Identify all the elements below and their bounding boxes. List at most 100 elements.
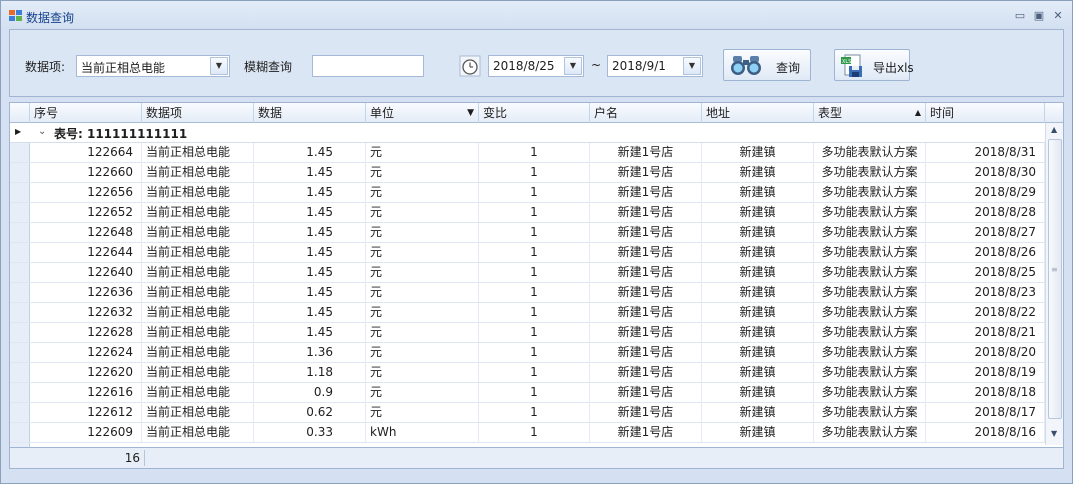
cell-seq[interactable]: 122628 xyxy=(30,323,142,343)
date-to-picker[interactable]: 2018/9/1 ▼ xyxy=(607,55,703,77)
cell-ratio[interactable]: 1 xyxy=(479,403,590,423)
cell-unit[interactable]: 元 xyxy=(366,143,479,163)
cell-seq[interactable]: 122652 xyxy=(30,203,142,223)
table-row[interactable]: 122612 当前正相总电能 0.62 元 1 新建1号店 新建镇 多功能表默认方案 2018/… xyxy=(10,403,1050,423)
cell-time[interactable]: 2018/8/19 xyxy=(926,363,1045,383)
cell-unit[interactable]: 元 xyxy=(366,383,479,403)
cell-account[interactable]: 新建1号店 xyxy=(590,403,702,423)
chevron-down-icon[interactable]: ▼ xyxy=(210,57,228,75)
cell-address[interactable]: 新建镇 xyxy=(702,163,814,183)
scroll-thumb[interactable]: ≡ xyxy=(1048,139,1062,419)
cell-time[interactable]: 2018/8/28 xyxy=(926,203,1045,223)
cell-time[interactable]: 2018/8/30 xyxy=(926,163,1045,183)
cell-data[interactable]: 1.45 xyxy=(254,223,366,243)
cell-address[interactable]: 新建镇 xyxy=(702,403,814,423)
column-header-meter-type[interactable]: 表型 ▲ xyxy=(814,103,926,123)
export-xls-button[interactable]: XLS 导出xls xyxy=(834,49,914,81)
table-row[interactable]: 122660 当前正相总电能 1.45 元 1 新建1号店 新建镇 多功能表默认方案 2018/… xyxy=(10,163,1050,183)
cell-ratio[interactable]: 1 xyxy=(479,203,590,223)
cell-time[interactable]: 2018/8/16 xyxy=(926,423,1045,443)
cell-account[interactable]: 新建1号店 xyxy=(590,423,702,443)
cell-meter-type[interactable]: 多功能表默认方案 xyxy=(814,163,926,183)
cell-time[interactable]: 2018/8/18 xyxy=(926,383,1045,403)
cell-time[interactable]: 2018/8/29 xyxy=(926,183,1045,203)
cell-unit[interactable]: 元 xyxy=(366,403,479,423)
cell-data-item[interactable]: 当前正相总电能 xyxy=(142,203,254,223)
cell-meter-type[interactable]: 多功能表默认方案 xyxy=(814,323,926,343)
cell-data[interactable]: 1.36 xyxy=(254,343,366,363)
cell-ratio[interactable]: 1 xyxy=(479,363,590,383)
cell-account[interactable]: 新建1号店 xyxy=(590,223,702,243)
cell-address[interactable]: 新建镇 xyxy=(702,343,814,363)
cell-unit[interactable]: 元 xyxy=(366,203,479,223)
cell-data-item[interactable]: 当前正相总电能 xyxy=(142,143,254,163)
cell-account[interactable]: 新建1号店 xyxy=(590,183,702,203)
cell-meter-type[interactable]: 多功能表默认方案 xyxy=(814,243,926,263)
scroll-up-icon[interactable]: ▲ xyxy=(1051,125,1057,134)
cell-unit[interactable]: kWh xyxy=(366,423,479,443)
cell-unit[interactable]: 元 xyxy=(366,303,479,323)
cell-data-item[interactable]: 当前正相总电能 xyxy=(142,263,254,283)
cell-data-item[interactable]: 当前正相总电能 xyxy=(142,323,254,343)
cell-data-item[interactable]: 当前正相总电能 xyxy=(142,343,254,363)
cell-account[interactable]: 新建1号店 xyxy=(590,143,702,163)
cell-seq[interactable]: 122656 xyxy=(30,183,142,203)
cell-ratio[interactable]: 1 xyxy=(479,263,590,283)
column-header-account[interactable]: 户名 xyxy=(590,103,702,123)
cell-data[interactable]: 0.33 xyxy=(254,423,366,443)
scroll-down-icon[interactable]: ▼ xyxy=(1051,429,1057,438)
cell-account[interactable]: 新建1号店 xyxy=(590,283,702,303)
cell-ratio[interactable]: 1 xyxy=(479,163,590,183)
cell-unit[interactable]: 元 xyxy=(366,223,479,243)
cell-data-item[interactable]: 当前正相总电能 xyxy=(142,383,254,403)
cell-time[interactable]: 2018/8/26 xyxy=(926,243,1045,263)
cell-address[interactable]: 新建镇 xyxy=(702,223,814,243)
cell-meter-type[interactable]: 多功能表默认方案 xyxy=(814,263,926,283)
cell-account[interactable]: 新建1号店 xyxy=(590,203,702,223)
cell-unit[interactable]: 元 xyxy=(366,263,479,283)
column-header-data[interactable]: 数据 xyxy=(254,103,366,123)
cell-meter-type[interactable]: 多功能表默认方案 xyxy=(814,403,926,423)
table-row[interactable]: 122652 当前正相总电能 1.45 元 1 新建1号店 新建镇 多功能表默认方案 2018/… xyxy=(10,203,1050,223)
cell-time[interactable]: 2018/8/23 xyxy=(926,283,1045,303)
date-from-picker[interactable]: 2018/8/25 ▼ xyxy=(488,55,584,77)
cell-meter-type[interactable]: 多功能表默认方案 xyxy=(814,383,926,403)
sort-ascending-icon[interactable]: ▲ xyxy=(915,103,921,123)
cell-data-item[interactable]: 当前正相总电能 xyxy=(142,303,254,323)
table-row[interactable]: 122632 当前正相总电能 1.45 元 1 新建1号店 新建镇 多功能表默认方案 2018/… xyxy=(10,303,1050,323)
cell-time[interactable]: 2018/8/22 xyxy=(926,303,1045,323)
cell-account[interactable]: 新建1号店 xyxy=(590,243,702,263)
cell-ratio[interactable]: 1 xyxy=(479,423,590,443)
cell-unit[interactable]: 元 xyxy=(366,343,479,363)
cell-meter-type[interactable]: 多功能表默认方案 xyxy=(814,363,926,383)
table-row[interactable]: 122620 当前正相总电能 1.18 元 1 新建1号店 新建镇 多功能表默认方案 2018/… xyxy=(10,363,1050,383)
table-row[interactable]: 122648 当前正相总电能 1.45 元 1 新建1号店 新建镇 多功能表默认方案 2018/… xyxy=(10,223,1050,243)
cell-address[interactable]: 新建镇 xyxy=(702,263,814,283)
cell-time[interactable]: 2018/8/20 xyxy=(926,343,1045,363)
cell-time[interactable]: 2018/8/25 xyxy=(926,263,1045,283)
cell-meter-type[interactable]: 多功能表默认方案 xyxy=(814,303,926,323)
cell-time[interactable]: 2018/8/21 xyxy=(926,323,1045,343)
cell-address[interactable]: 新建镇 xyxy=(702,203,814,223)
column-header-ratio[interactable]: 变比 xyxy=(479,103,590,123)
cell-ratio[interactable]: 1 xyxy=(479,303,590,323)
cell-ratio[interactable]: 1 xyxy=(479,143,590,163)
cell-address[interactable]: 新建镇 xyxy=(702,183,814,203)
cell-seq[interactable]: 122640 xyxy=(30,263,142,283)
cell-data-item[interactable]: 当前正相总电能 xyxy=(142,423,254,443)
cell-address[interactable]: 新建镇 xyxy=(702,243,814,263)
cell-unit[interactable]: 元 xyxy=(366,183,479,203)
cell-data[interactable]: 1.45 xyxy=(254,283,366,303)
vertical-scrollbar[interactable]: ▲ ≡ ▼ xyxy=(1045,123,1063,445)
cell-address[interactable]: 新建镇 xyxy=(702,363,814,383)
cell-data[interactable]: 1.45 xyxy=(254,143,366,163)
cell-time[interactable]: 2018/8/27 xyxy=(926,223,1045,243)
table-row[interactable]: 122628 当前正相总电能 1.45 元 1 新建1号店 新建镇 多功能表默认方案 2018/… xyxy=(10,323,1050,343)
table-row[interactable]: 122644 当前正相总电能 1.45 元 1 新建1号店 新建镇 多功能表默认方案 2018/… xyxy=(10,243,1050,263)
cell-ratio[interactable]: 1 xyxy=(479,243,590,263)
cell-seq[interactable]: 122632 xyxy=(30,303,142,323)
table-row[interactable]: 122664 当前正相总电能 1.45 元 1 新建1号店 新建镇 多功能表默认方案 2018/… xyxy=(10,143,1050,163)
column-header-data-item[interactable]: 数据项 xyxy=(142,103,254,123)
cell-account[interactable]: 新建1号店 xyxy=(590,383,702,403)
close-icon[interactable]: ✕ xyxy=(1051,10,1065,22)
